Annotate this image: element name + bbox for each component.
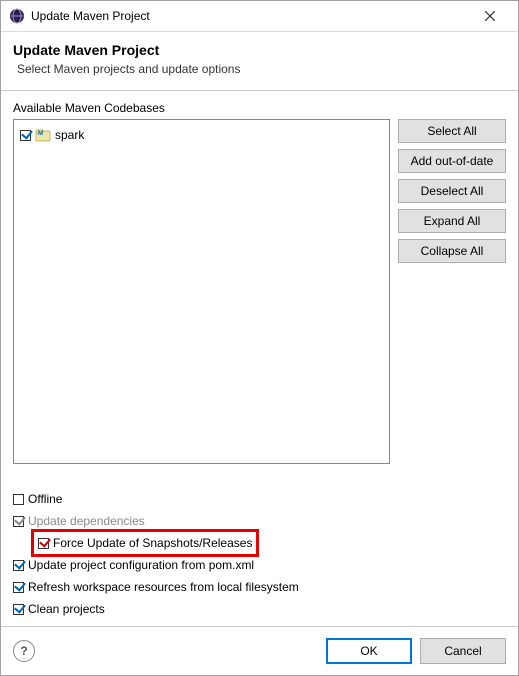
ok-button[interactable]: OK xyxy=(326,638,412,664)
force-update-label: Force Update of Snapshots/Releases xyxy=(53,536,252,550)
close-icon xyxy=(485,11,495,21)
header-title: Update Maven Project xyxy=(13,42,506,58)
add-out-of-date-button[interactable]: Add out-of-date xyxy=(398,149,506,173)
codebases-tree[interactable]: M spark xyxy=(13,119,390,464)
dialog-footer: ? OK Cancel xyxy=(1,626,518,675)
tree-item-spark[interactable]: M spark xyxy=(20,126,383,144)
update-dependencies-label: Update dependencies xyxy=(28,514,145,528)
help-button[interactable]: ? xyxy=(13,640,35,662)
checkbox-spark[interactable] xyxy=(20,130,31,141)
force-update-row[interactable]: Force Update of Snapshots/Releases xyxy=(13,532,506,554)
refresh-workspace-row[interactable]: Refresh workspace resources from local f… xyxy=(13,576,506,598)
header-subtitle: Select Maven projects and update options xyxy=(17,62,506,76)
offline-row[interactable]: Offline xyxy=(13,488,506,510)
cancel-button[interactable]: Cancel xyxy=(420,638,506,664)
titlebar: Update Maven Project xyxy=(1,1,518,32)
force-update-checkbox[interactable] xyxy=(38,538,49,549)
refresh-workspace-checkbox[interactable] xyxy=(13,582,24,593)
codebases-label: Available Maven Codebases xyxy=(13,101,506,115)
update-maven-dialog: Update Maven Project Update Maven Projec… xyxy=(0,0,519,676)
update-config-checkbox[interactable] xyxy=(13,560,24,571)
tree-item-label: spark xyxy=(55,128,84,142)
clean-projects-row[interactable]: Clean projects xyxy=(13,598,506,620)
maven-project-icon: M xyxy=(35,127,51,143)
force-update-highlight: Force Update of Snapshots/Releases xyxy=(31,529,259,557)
eclipse-icon xyxy=(9,8,25,24)
select-all-button[interactable]: Select All xyxy=(398,119,506,143)
clean-projects-label: Clean projects xyxy=(28,602,105,616)
update-config-row[interactable]: Update project configuration from pom.xm… xyxy=(13,554,506,576)
offline-label: Offline xyxy=(28,492,62,506)
update-config-label: Update project configuration from pom.xm… xyxy=(28,558,254,572)
offline-checkbox[interactable] xyxy=(13,494,24,505)
dialog-content: Available Maven Codebases M spark xyxy=(1,91,518,626)
window-title: Update Maven Project xyxy=(31,9,470,23)
update-dependencies-checkbox xyxy=(13,516,24,527)
side-buttons: Select All Add out-of-date Deselect All … xyxy=(398,119,506,464)
help-icon: ? xyxy=(20,644,27,658)
dialog-header: Update Maven Project Select Maven projec… xyxy=(1,32,518,91)
svg-text:M: M xyxy=(38,131,43,137)
close-button[interactable] xyxy=(470,2,510,30)
clean-projects-checkbox[interactable] xyxy=(13,604,24,615)
expand-all-button[interactable]: Expand All xyxy=(398,209,506,233)
collapse-all-button[interactable]: Collapse All xyxy=(398,239,506,263)
options-group: Offline Update dependencies Force Update… xyxy=(13,488,506,620)
refresh-workspace-label: Refresh workspace resources from local f… xyxy=(28,580,299,594)
deselect-all-button[interactable]: Deselect All xyxy=(398,179,506,203)
